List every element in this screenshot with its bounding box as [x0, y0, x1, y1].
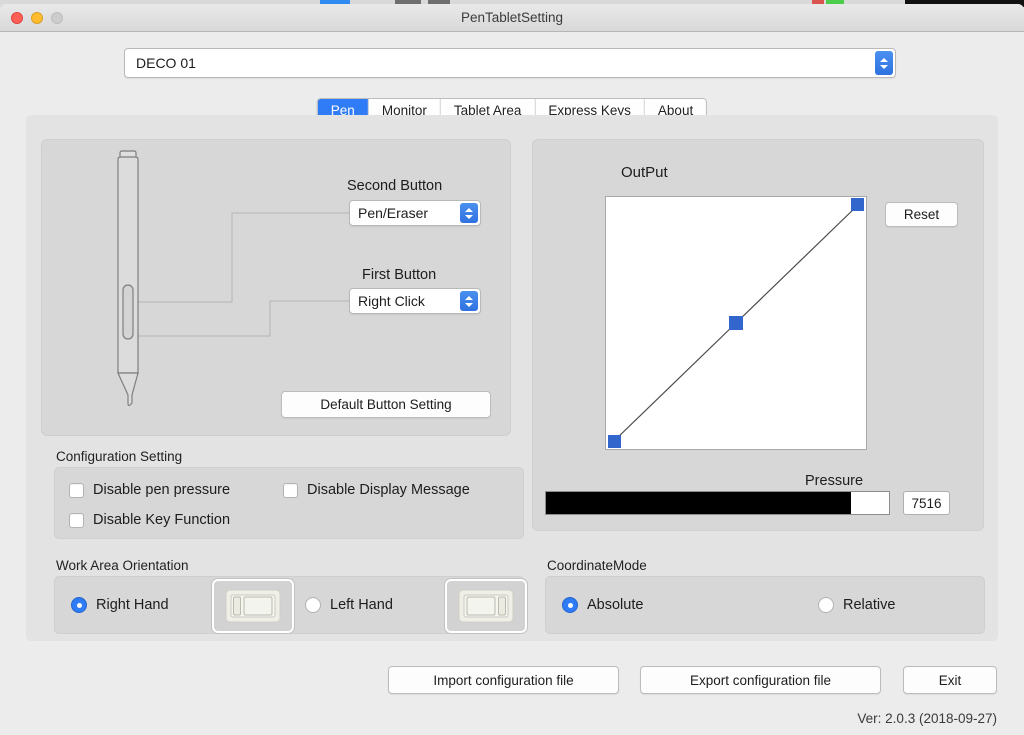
second-button-stepper-icon[interactable] — [460, 203, 478, 223]
pressure-value-field[interactable]: 7516 — [903, 491, 950, 515]
stylus-illustration — [117, 150, 139, 407]
checkbox-label: Disable Key Function — [93, 512, 231, 528]
output-title: OutPut — [621, 164, 668, 181]
reset-button[interactable]: Reset — [885, 202, 958, 227]
first-button-dropdown[interactable]: Right Click — [349, 288, 481, 314]
radio-label: Right Hand — [96, 597, 169, 613]
coordinate-mode-title: CoordinateMode — [547, 558, 647, 573]
checkbox-label: Disable Display Message — [307, 482, 470, 498]
orientation-thumb-right-hand[interactable] — [212, 579, 294, 633]
radio-icon[interactable] — [71, 597, 87, 613]
radio-icon[interactable] — [562, 597, 578, 613]
second-button-dropdown[interactable]: Pen/Eraser — [349, 200, 481, 226]
radio-absolute[interactable]: Absolute — [562, 597, 643, 613]
device-selector-value: DECO 01 — [136, 55, 196, 71]
checkbox-label: Disable pen pressure — [93, 482, 231, 498]
first-button-value: Right Click — [358, 293, 425, 309]
radio-label: Relative — [843, 597, 896, 613]
orientation-thumb-left-hand[interactable] — [445, 579, 527, 633]
configuration-setting-title: Configuration Setting — [56, 449, 183, 464]
window-titlebar: PenTabletSetting — [0, 4, 1024, 32]
tablet-right-hand-icon — [225, 589, 281, 623]
pressure-meter-fill — [546, 492, 852, 514]
checkbox-disable-display-message[interactable]: Disable Display Message — [283, 482, 470, 498]
checkbox-icon[interactable] — [69, 512, 84, 528]
curve-handle-start — [608, 435, 621, 448]
device-selector[interactable]: DECO 01 — [124, 48, 896, 78]
pen-settings-panel: Second Button Pen/Eraser First Button Ri… — [41, 139, 511, 436]
second-button-value: Pen/Eraser — [358, 205, 429, 221]
curve-handle-end — [851, 198, 864, 211]
work-area-orientation-title: Work Area Orientation — [56, 558, 189, 573]
version-label: Ver: 2.0.3 (2018-09-27) — [857, 711, 997, 726]
default-button-setting-button[interactable]: Default Button Setting — [281, 391, 491, 418]
import-configuration-button[interactable]: Import configuration file — [388, 666, 619, 694]
radio-left-hand[interactable]: Left Hand — [305, 597, 393, 613]
radio-label: Absolute — [587, 597, 644, 613]
radio-relative[interactable]: Relative — [818, 597, 895, 613]
radio-right-hand[interactable]: Right Hand — [71, 597, 169, 613]
device-selector-row: DECO 01 — [124, 48, 896, 78]
device-selector-stepper-icon[interactable] — [875, 51, 893, 75]
window-title: PenTabletSetting — [460, 10, 564, 25]
first-button-stepper-icon[interactable] — [460, 291, 478, 311]
exit-button[interactable]: Exit — [903, 666, 997, 694]
pen-tab-content: Second Button Pen/Eraser First Button Ri… — [26, 115, 998, 641]
checkbox-disable-pen-pressure[interactable]: Disable pen pressure — [69, 482, 230, 498]
coordinate-mode-group: CoordinateMode Absolute Relative — [545, 558, 985, 634]
pen-tablet-setting-window: PenTabletSetting DECO 01 Pen Monitor Tab… — [0, 4, 1024, 735]
pressure-curve-svg — [608, 198, 864, 448]
first-button-label: First Button — [362, 267, 437, 283]
checkbox-icon[interactable] — [69, 482, 84, 498]
pressure-label: Pressure — [805, 473, 864, 489]
checkbox-disable-key-function[interactable]: Disable Key Function — [69, 512, 230, 528]
curve-handle-mid — [729, 316, 743, 330]
radio-icon[interactable] — [818, 597, 834, 613]
output-panel: OutPut Reset Pressure 7516 — [532, 139, 984, 531]
radio-label: Left Hand — [330, 597, 393, 613]
second-button-label: Second Button — [347, 178, 443, 194]
checkbox-icon[interactable] — [283, 482, 298, 498]
pressure-curve-graph[interactable] — [605, 196, 867, 450]
radio-icon[interactable] — [305, 597, 321, 613]
tablet-left-hand-icon — [458, 589, 514, 623]
pressure-meter — [545, 491, 890, 515]
configuration-setting-group: Configuration Setting Disable pen pressu… — [54, 449, 524, 539]
work-area-orientation-group: Work Area Orientation Right Hand Left Ha… — [54, 558, 527, 634]
export-configuration-button[interactable]: Export configuration file — [640, 666, 881, 694]
